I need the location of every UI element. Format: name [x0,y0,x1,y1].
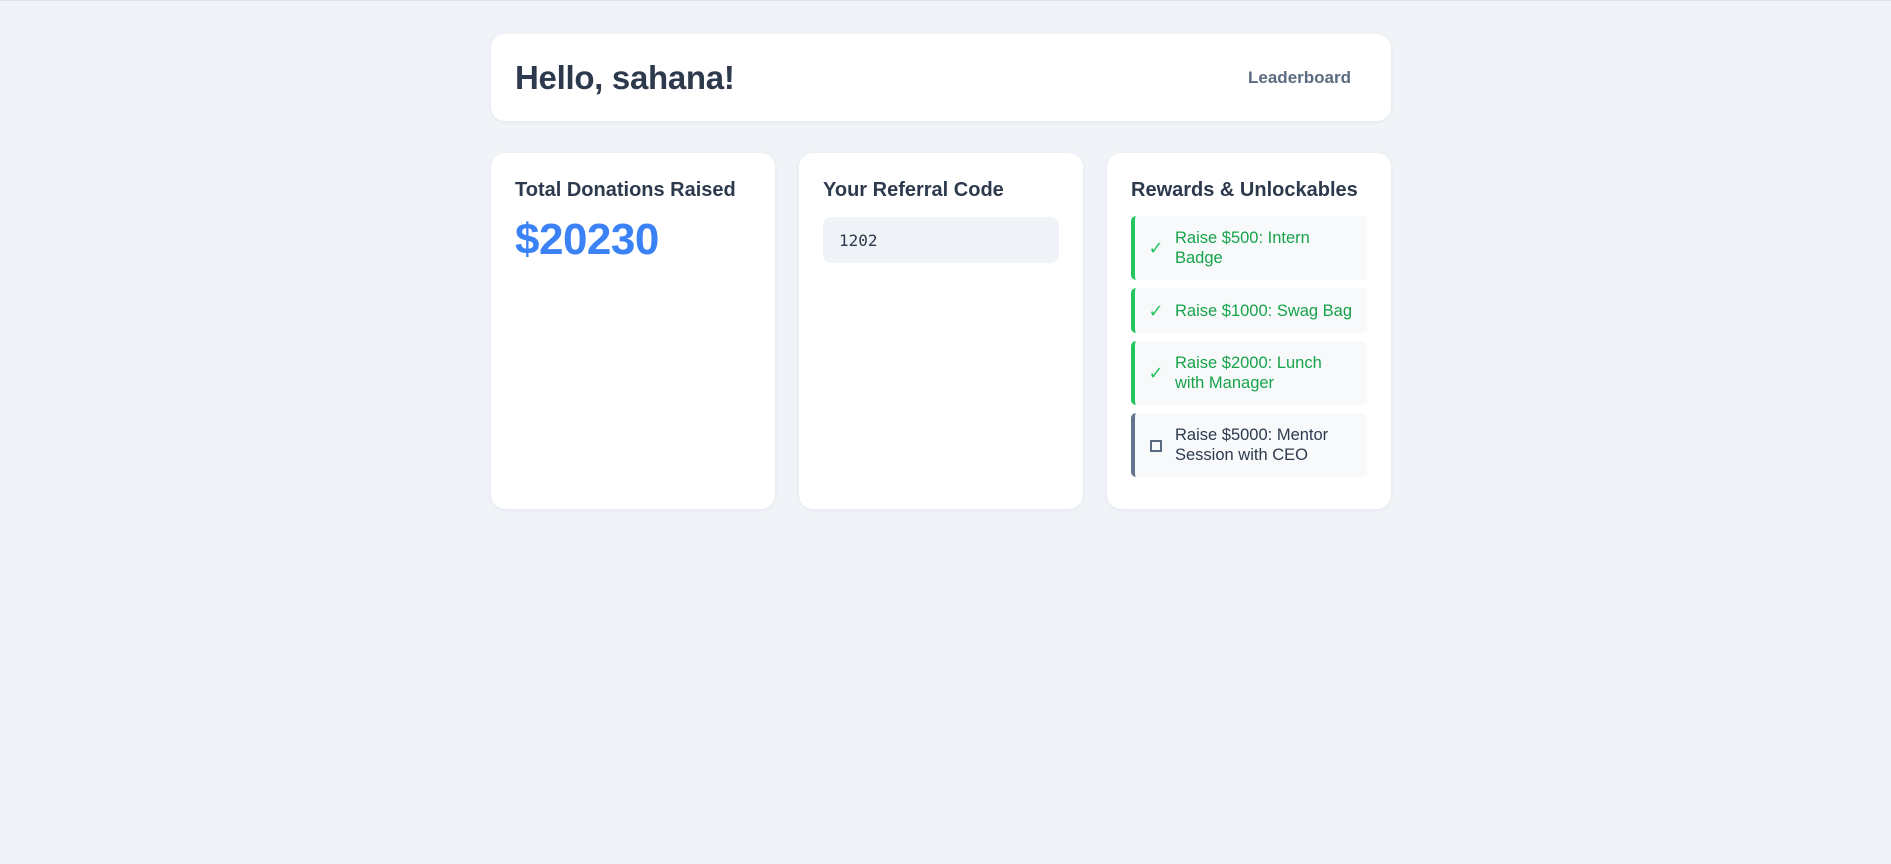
reward-label: Raise $500: Intern Badge [1175,229,1310,267]
empty-box-icon [1147,435,1165,455]
rewards-card-title: Rewards & Unlockables [1131,179,1358,201]
check-icon: ✓ [1148,363,1164,383]
header-bar: Hello, sahana! Leaderboard [491,34,1391,121]
check-icon: ✓ [1148,300,1164,321]
referral-card: Your Referral Code 1202 [799,153,1083,509]
rewards-card: Rewards & Unlockables ✓ Raise $500: Inte… [1107,153,1391,509]
referral-code-box[interactable]: 1202 [823,217,1059,263]
rewards-list: ✓ Raise $500: Intern Badge ✓ Raise $1000… [1131,216,1367,477]
reward-item: ✓ Raise $1000: Swag Bag [1131,288,1367,333]
reward-label: Raise $2000: Lunch with Manager [1175,354,1322,392]
cards-row: Total Donations Raised $20230 Your Refer… [491,153,1391,509]
reward-item-locked: Raise $5000: Mentor Session with CEO [1131,413,1367,477]
top-divider [0,0,1891,1]
donations-card-title: Total Donations Raised [515,179,736,201]
referral-card-title: Your Referral Code [823,179,1004,201]
reward-label: Raise $5000: Mentor Session with CEO [1175,426,1329,464]
reward-item: ✓ Raise $2000: Lunch with Manager [1131,341,1367,405]
reward-item: ✓ Raise $500: Intern Badge [1131,216,1367,280]
leaderboard-link[interactable]: Leaderboard [1232,60,1367,96]
reward-label: Raise $1000: Swag Bag [1175,301,1353,320]
check-icon: ✓ [1148,238,1164,258]
dashboard: Hello, sahana! Leaderboard Total Donatio… [491,34,1391,509]
donations-card: Total Donations Raised $20230 [491,153,775,509]
greeting-title: Hello, sahana! [515,58,735,96]
donation-amount: $20230 [515,215,659,264]
